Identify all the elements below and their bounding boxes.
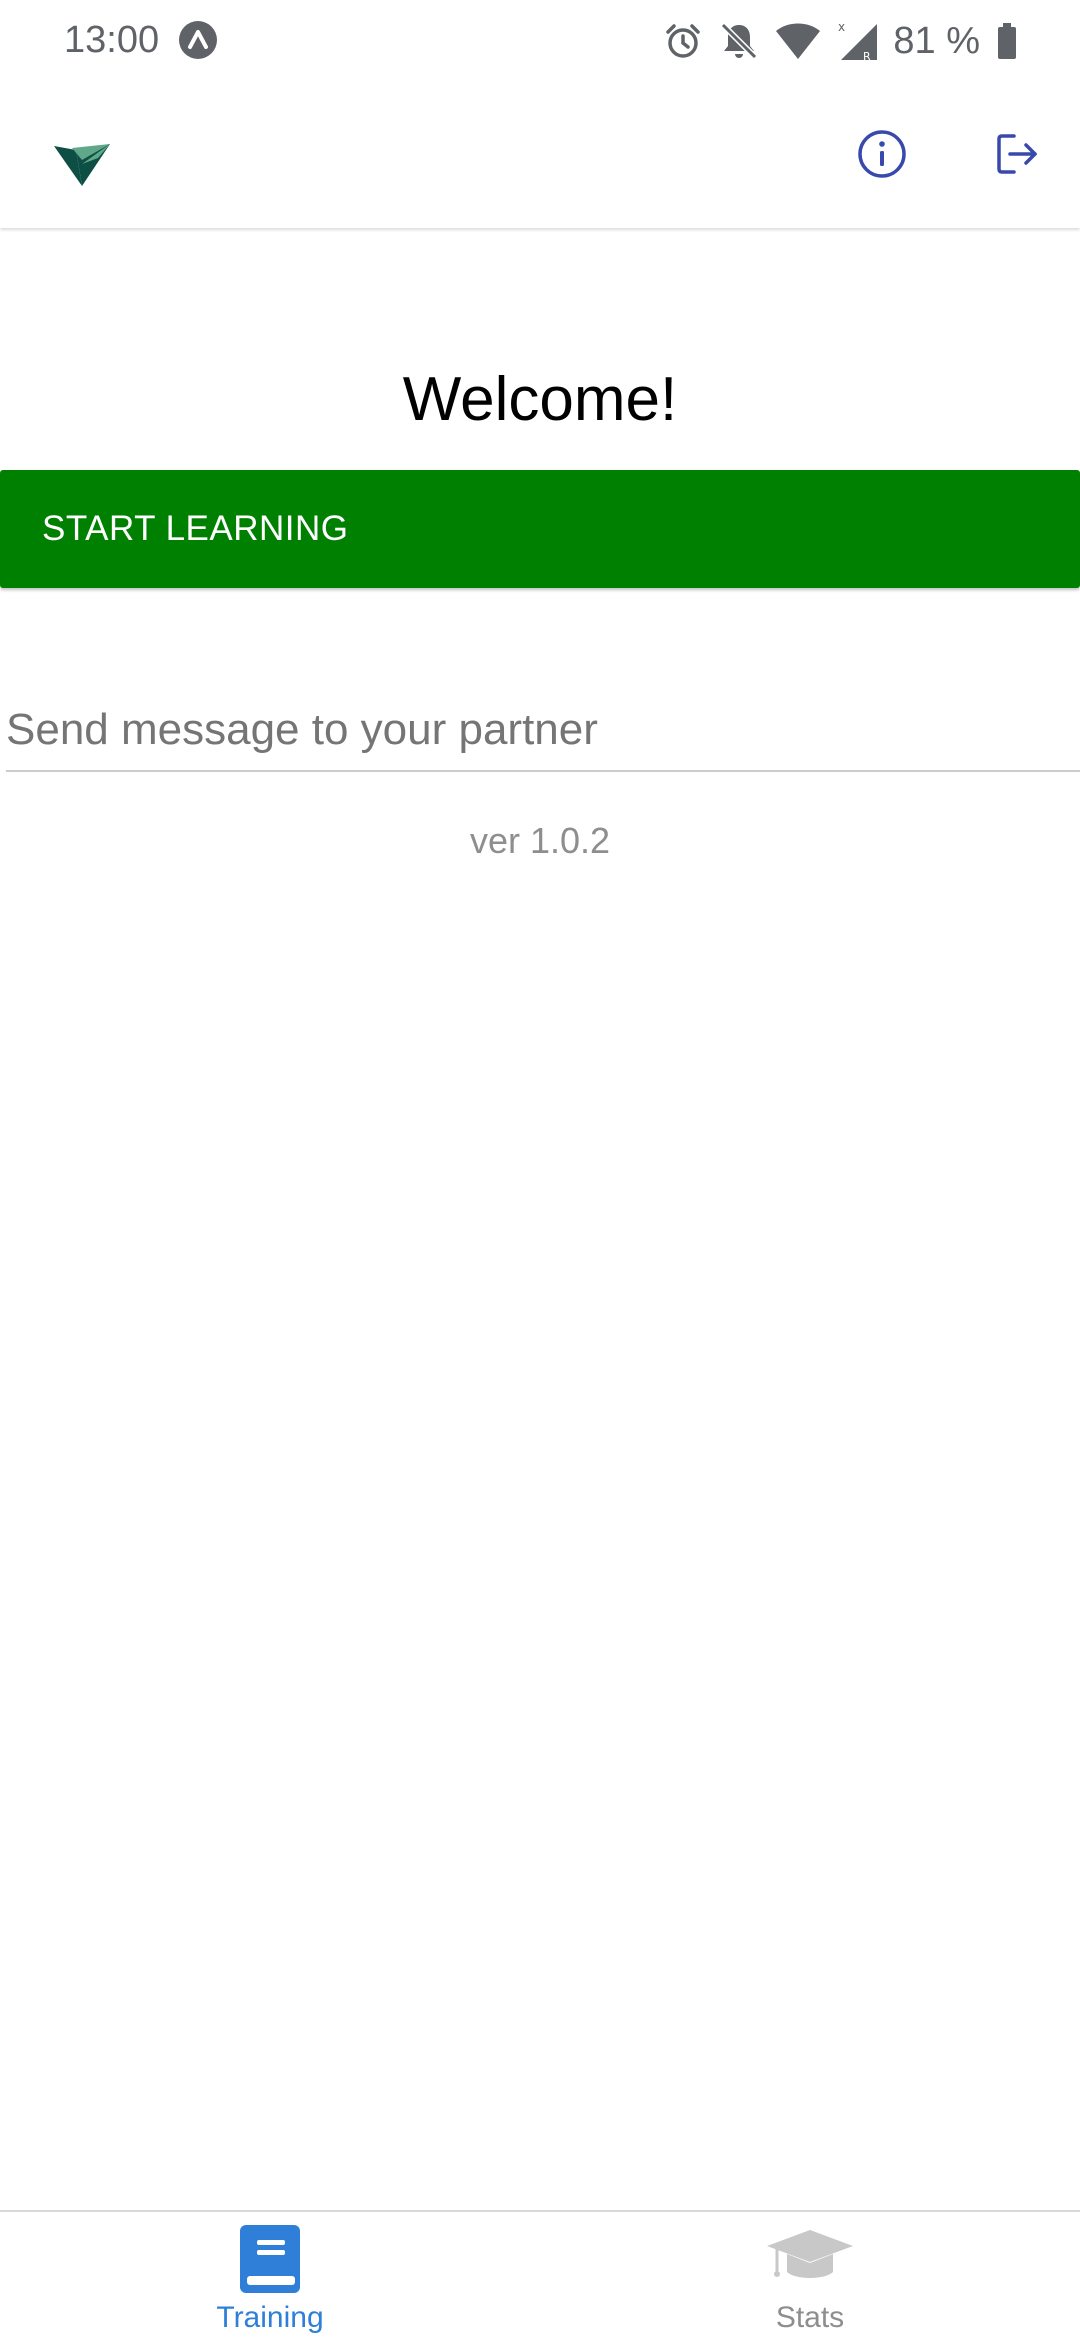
bell-off-icon — [721, 22, 758, 60]
tab-stats[interactable]: Stats — [540, 2212, 1080, 2340]
signal-icon: x R — [838, 20, 878, 62]
status-bar: 13:00 x R 81 % — [0, 0, 1080, 80]
logout-icon[interactable] — [990, 126, 1046, 182]
bottom-tab-bar: Training Stats — [0, 2210, 1080, 2340]
welcome-title: Welcome! — [402, 365, 678, 434]
top-app-bar — [0, 80, 1080, 228]
status-icons: x R 81 % — [647, 16, 1018, 66]
partner-message-input[interactable] — [6, 690, 1080, 772]
wifi-icon — [776, 23, 821, 59]
status-time: 13:00 — [64, 19, 160, 61]
graduation-cap-icon — [767, 2230, 853, 2278]
alarm-icon — [666, 24, 701, 58]
svg-text:x: x — [838, 20, 845, 34]
app-logo — [54, 144, 110, 186]
version-label: ver 1.0.2 — [469, 820, 611, 861]
tab-training-label: Training — [216, 2301, 324, 2334]
app-notification-icon — [179, 21, 217, 59]
svg-text:R: R — [863, 50, 871, 62]
info-icon[interactable] — [852, 124, 912, 184]
app-screen: 13:00 x R 81 % Welcome! START LEARNING S… — [0, 0, 1080, 2340]
battery-percent: 81 % — [893, 20, 980, 62]
start-learning-button[interactable]: START LEARNING — [0, 470, 1080, 588]
tab-training[interactable]: Training — [0, 2212, 540, 2340]
battery-icon — [998, 23, 1016, 59]
tab-stats-label: Stats — [775, 2301, 845, 2334]
book-icon — [240, 2225, 300, 2293]
